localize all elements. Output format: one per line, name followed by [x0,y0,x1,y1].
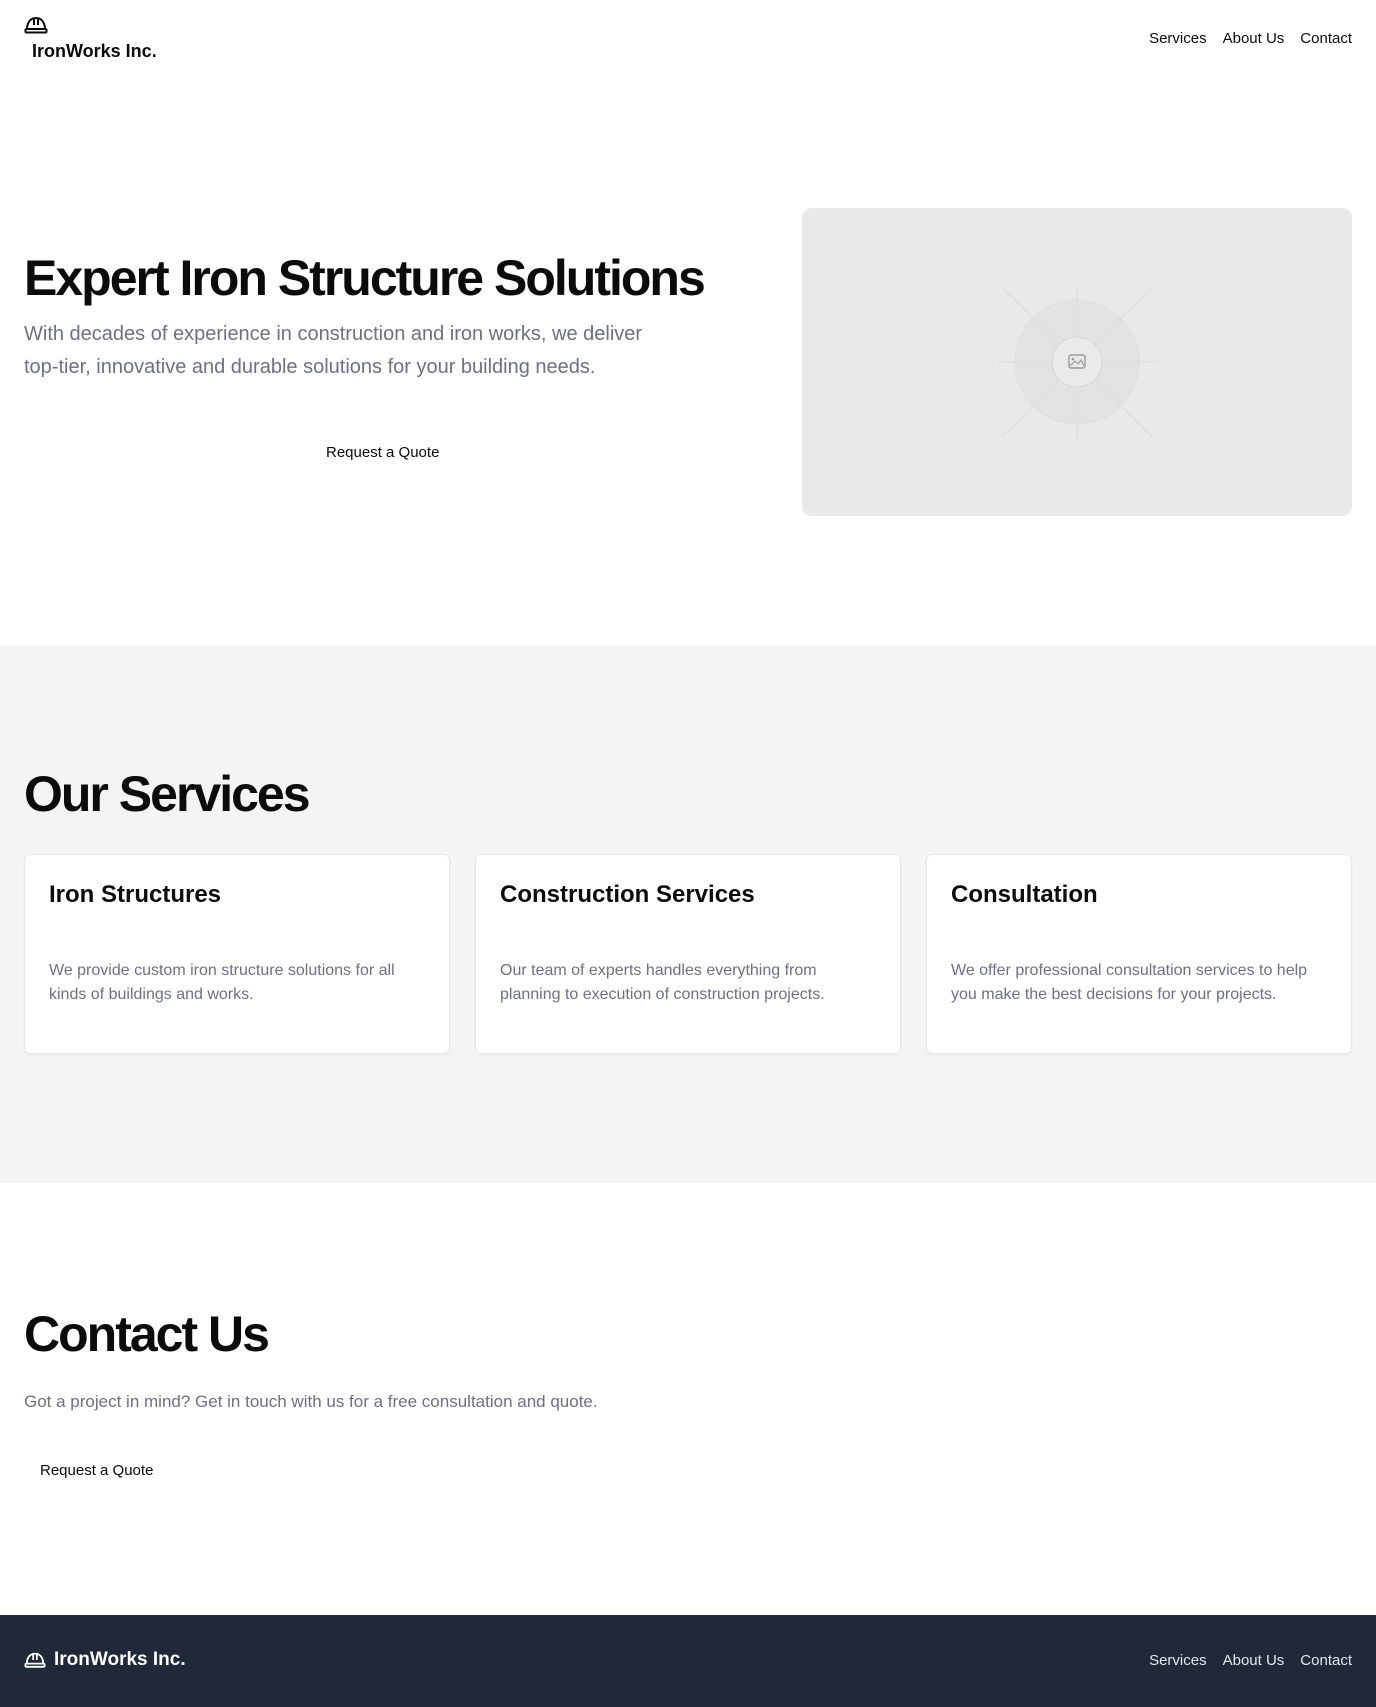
service-card-title: Construction Services [500,881,755,908]
nav-link-contact[interactable]: Contact [1300,30,1352,47]
hero-image-placeholder [802,208,1352,516]
footer-link-services[interactable]: Services [1149,1652,1207,1669]
service-card-title: Iron Structures [49,881,222,908]
brand[interactable]: IronWorks Inc. [24,14,157,61]
image-placeholder-icon [997,286,1157,442]
nav-link-about-us[interactable]: About Us [1223,30,1285,47]
site-header: IronWorks Inc. Services About Us Contact [0,0,1376,96]
service-card-title: Consultation [951,881,1098,908]
helmet-icon [24,1652,46,1668]
contact-text: Got a project in mind? Get in touch with… [24,1392,598,1411]
helmet-icon [24,16,48,34]
footer-nav: Services About Us Contact [1149,1652,1352,1669]
footer-brand-name: IronWorks Inc. [54,1649,186,1670]
service-card-construction-services: Construction Services Our team of expert… [475,854,901,1054]
brand-name: IronWorks Inc. [32,41,157,61]
main-nav: Services About Us Contact [1149,30,1352,47]
hero-subtitle: With decades of experience in constructi… [24,323,643,378]
nav-link-services[interactable]: Services [1149,30,1207,47]
service-card-iron-structures: Iron Structures We provide custom iron s… [24,854,450,1054]
footer-brand[interactable]: IronWorks Inc. [24,1649,186,1671]
hero-title: Expert Iron Structure Solutions [24,250,706,306]
service-card-text: Our team of experts handles everything f… [500,962,825,1003]
site-footer: IronWorks Inc. Services About Us Contact [0,1615,1376,1707]
services-title: Our Services [24,766,311,822]
service-card-text: We offer professional consultation servi… [951,962,1308,1003]
hero-request-quote-button[interactable]: Request a Quote [314,438,451,467]
service-card-consultation: Consultation We offer professional consu… [926,854,1352,1054]
contact-request-quote-button[interactable]: Request a Quote [28,1456,165,1485]
footer-link-contact[interactable]: Contact [1300,1652,1352,1669]
service-card-text: We provide custom iron structure solutio… [49,962,395,1003]
footer-link-about-us[interactable]: About Us [1223,1652,1285,1669]
contact-title: Contact Us [24,1306,270,1362]
